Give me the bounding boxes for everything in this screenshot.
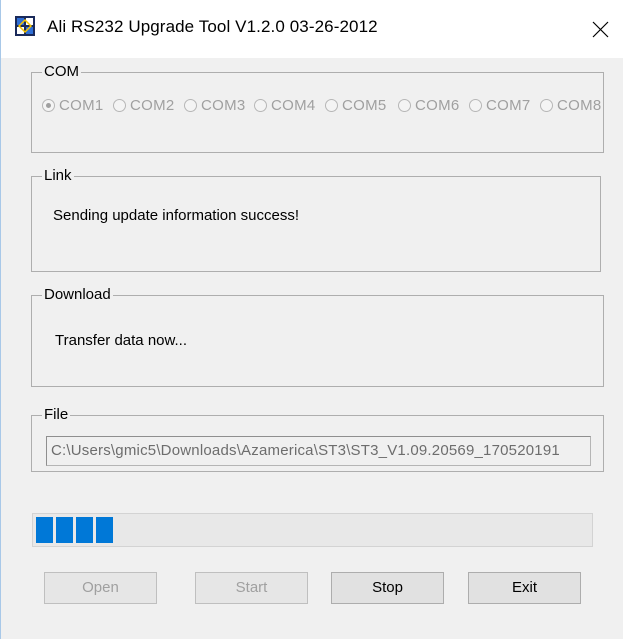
close-icon — [592, 21, 608, 37]
radio-label: COM6 — [415, 97, 460, 114]
exit-button[interactable]: Exit — [468, 572, 581, 604]
title-bar: Ali RS232 Upgrade Tool V1.2.0 03-26-2012 — [1, 0, 623, 58]
com-radio-row: COM1 COM2 COM3 COM4 COM5 COM6 COM7 COM8 — [40, 95, 603, 117]
radio-label: COM5 — [342, 97, 387, 114]
radio-dot — [184, 99, 197, 112]
radio-label: COM4 — [271, 97, 316, 114]
radio-dot — [113, 99, 126, 112]
progress-bar — [32, 513, 593, 547]
progress-segment — [36, 517, 53, 543]
radio-com3[interactable]: COM3 — [184, 95, 252, 117]
progress-segment — [76, 517, 93, 543]
file-group: File C:\Users\gmic5\Downloads\Azamerica\… — [31, 405, 604, 472]
progress-segment — [96, 517, 113, 543]
radio-com2[interactable]: COM2 — [113, 95, 181, 117]
start-button[interactable]: Start — [195, 572, 308, 604]
radio-com4[interactable]: COM4 — [254, 95, 322, 117]
open-button[interactable]: Open — [44, 572, 157, 604]
link-group: Link Sending update information success! — [31, 166, 601, 272]
radio-dot — [469, 99, 482, 112]
radio-dot — [254, 99, 267, 112]
radio-dot — [540, 99, 553, 112]
download-status-text: Transfer data now... — [55, 332, 188, 349]
com-group-label: COM — [42, 62, 81, 82]
stop-button[interactable]: Stop — [331, 572, 444, 604]
radio-label: COM3 — [201, 97, 246, 114]
download-group-label: Download — [42, 285, 113, 305]
link-group-label: Link — [42, 166, 74, 186]
app-icon — [15, 16, 35, 36]
file-path-field[interactable]: C:\Users\gmic5\Downloads\Azamerica\ST3\S… — [46, 436, 591, 466]
upgrade-tool-window: Ali RS232 Upgrade Tool V1.2.0 03-26-2012… — [0, 0, 623, 639]
radio-dot — [398, 99, 411, 112]
file-path-text: C:\Users\gmic5\Downloads\Azamerica\ST3\S… — [51, 442, 560, 459]
radio-dot — [325, 99, 338, 112]
file-group-label: File — [42, 405, 71, 425]
radio-com5[interactable]: COM5 — [325, 95, 395, 117]
radio-label: COM2 — [130, 97, 175, 114]
radio-label: COM1 — [59, 97, 104, 114]
progress-segment — [56, 517, 73, 543]
radio-com1[interactable]: COM1 — [42, 95, 109, 117]
download-group: Download Transfer data now... — [31, 285, 604, 387]
close-button[interactable] — [577, 0, 623, 58]
radio-com7[interactable]: COM7 — [469, 95, 539, 117]
radio-dot — [42, 99, 55, 112]
com-group: COM COM1 COM2 COM3 COM4 COM5 COM6 COM7 C… — [31, 62, 604, 153]
window-title: Ali RS232 Upgrade Tool V1.2.0 03-26-2012 — [47, 17, 378, 36]
radio-label: COM7 — [486, 97, 531, 114]
link-status-text: Sending update information success! — [53, 207, 299, 224]
radio-com6[interactable]: COM6 — [398, 95, 471, 117]
radio-label: COM8 — [557, 97, 602, 114]
radio-com8[interactable]: COM8 — [540, 95, 603, 117]
